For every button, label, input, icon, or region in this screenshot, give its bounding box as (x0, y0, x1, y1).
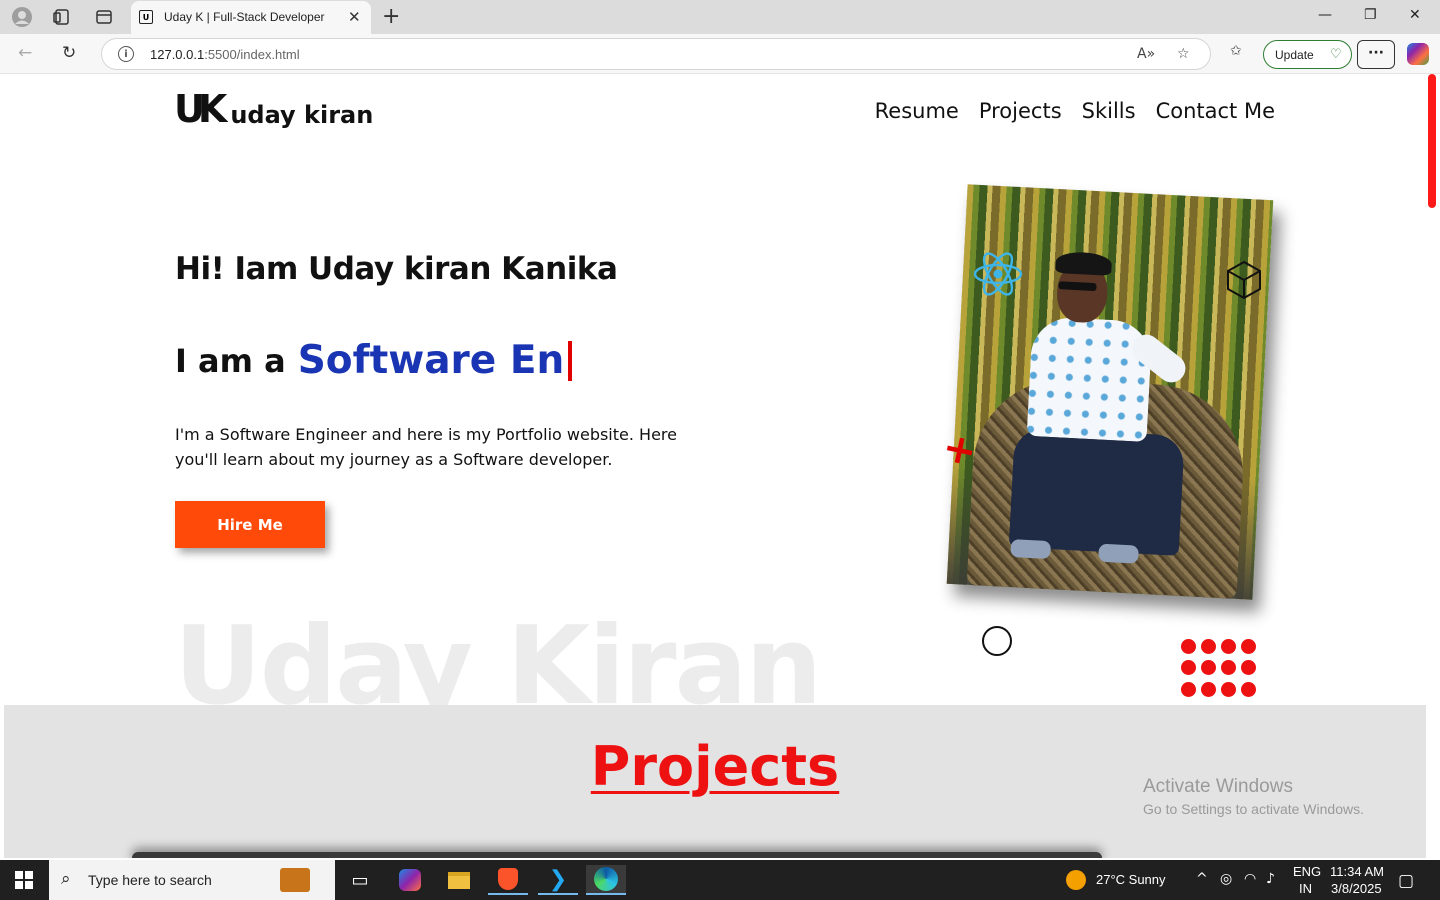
clock-date[interactable]: 3/8/2025 (1331, 881, 1382, 896)
briefcase-icon (280, 868, 310, 892)
tab-title: Uday K | Full-Stack Developer (164, 10, 325, 24)
main-nav: Resume Projects Skills Contact Me (875, 99, 1275, 123)
typing-caret (568, 340, 573, 381)
chevron-up-icon[interactable]: ^ (1196, 871, 1208, 887)
weather-sun-icon[interactable] (1066, 870, 1086, 890)
address-bar-row: ← ↻ i 127.0.0.1:5500/index.html A» ☆ ✩ U… (0, 34, 1440, 74)
workspaces-icon[interactable] (51, 6, 73, 28)
weather-text[interactable]: 27°C Sunny (1096, 872, 1166, 887)
scrollbar-thumb[interactable] (1428, 74, 1436, 208)
brave-browser-icon[interactable] (488, 865, 528, 895)
hire-me-button[interactable]: Hire Me (175, 501, 325, 548)
back-arrow-icon[interactable]: ← (18, 43, 32, 63)
minimize-icon[interactable]: — (1318, 7, 1332, 23)
activate-windows-subtitle: Go to Settings to activate Windows. (1143, 801, 1364, 817)
typed-headline: I am a Software En (175, 338, 573, 383)
notifications-icon[interactable]: ▢ (1398, 871, 1414, 891)
nav-resume[interactable]: Resume (875, 99, 959, 123)
favorite-star-icon[interactable]: ☆ (1177, 46, 1190, 62)
network-icon[interactable]: ◠ (1244, 871, 1256, 887)
update-button[interactable]: Update ♡ (1263, 40, 1352, 69)
photo-person-shoe (1010, 539, 1052, 560)
site-logo[interactable]: UK uday kiran (174, 87, 374, 131)
clock-time[interactable]: 11:34 AM (1330, 864, 1384, 879)
close-tab-icon[interactable]: ✕ (348, 8, 361, 26)
close-window-icon[interactable]: ✕ (1409, 7, 1421, 23)
intro-paragraph: I'm a Software Engineer and here is my P… (175, 425, 677, 469)
tab-actions-icon[interactable] (93, 6, 115, 28)
browser-tab-bar: U Uday K | Full-Stack Developer ✕ + — ❐ … (0, 0, 1440, 34)
webpage-viewport: UK uday kiran Resume Projects Skills Con… (4, 74, 1426, 858)
restore-icon[interactable]: ❐ (1364, 7, 1377, 23)
taskbar-search-box[interactable]: ⌕ Type here to search (49, 860, 335, 900)
new-tab-button[interactable]: + (382, 4, 400, 29)
nav-contact[interactable]: Contact Me (1156, 99, 1275, 123)
url-text: 127.0.0.1:5500/index.html (150, 47, 300, 62)
url-field[interactable]: i 127.0.0.1:5500/index.html A» ☆ (101, 38, 1211, 70)
logo-text: uday kiran (230, 101, 374, 129)
cube-icon (1227, 260, 1261, 300)
nav-projects[interactable]: Projects (979, 99, 1062, 123)
typed-role: Software En (297, 338, 565, 383)
photo-person-shirt (1026, 315, 1153, 442)
language-top[interactable]: ENG (1293, 864, 1321, 879)
greeting-heading: Hi! Iam Uday kiran Kanika (175, 251, 618, 287)
site-info-icon[interactable]: i (118, 46, 134, 62)
photo-person-hair (1055, 250, 1113, 276)
profile-photo (946, 184, 1274, 600)
edge-browser-icon[interactable] (586, 865, 626, 895)
language-bottom[interactable]: IN (1299, 881, 1312, 896)
nav-skills[interactable]: Skills (1082, 99, 1136, 123)
volume-icon[interactable]: ♪ (1266, 871, 1275, 887)
task-view-icon[interactable]: ▭ (340, 865, 380, 895)
activate-windows-title: Activate Windows (1143, 776, 1293, 797)
windows-taskbar: ⌕ Type here to search ▭ ❯ 27°C Sunny ^ ◎… (0, 860, 1440, 900)
logo-mark: UK (174, 87, 227, 131)
copilot-icon[interactable] (1407, 43, 1429, 65)
refresh-icon[interactable]: ↻ (62, 43, 76, 63)
more-menu-button[interactable]: ··· (1357, 40, 1395, 69)
profile-icon[interactable] (11, 6, 33, 28)
dots-pattern-icon (1181, 639, 1263, 699)
favorites-icon[interactable]: ✩ (1230, 43, 1242, 59)
vscode-icon[interactable]: ❯ (538, 865, 578, 895)
search-placeholder: Type here to search (88, 872, 212, 888)
file-explorer-icon[interactable] (439, 865, 479, 895)
update-label: Update (1275, 48, 1314, 62)
windows-start-icon[interactable] (15, 871, 33, 889)
active-tab[interactable]: U Uday K | Full-Stack Developer ✕ (131, 1, 371, 34)
read-aloud-icon[interactable]: A» (1137, 46, 1155, 62)
typed-prefix: I am a (175, 341, 286, 380)
photo-person-shoe (1098, 543, 1139, 564)
search-icon: ⌕ (61, 869, 71, 889)
meet-icon[interactable]: ◎ (1220, 871, 1232, 887)
ring-icon (982, 626, 1012, 656)
heart-pulse-icon: ♡ (1330, 46, 1342, 61)
page-scrollbar[interactable] (1426, 74, 1440, 858)
react-icon (973, 252, 1023, 296)
copilot-app-icon[interactable] (390, 865, 430, 895)
photo-person-legs (1008, 427, 1185, 556)
project-card-top (132, 852, 1102, 858)
site-favicon-icon: U (139, 10, 153, 24)
